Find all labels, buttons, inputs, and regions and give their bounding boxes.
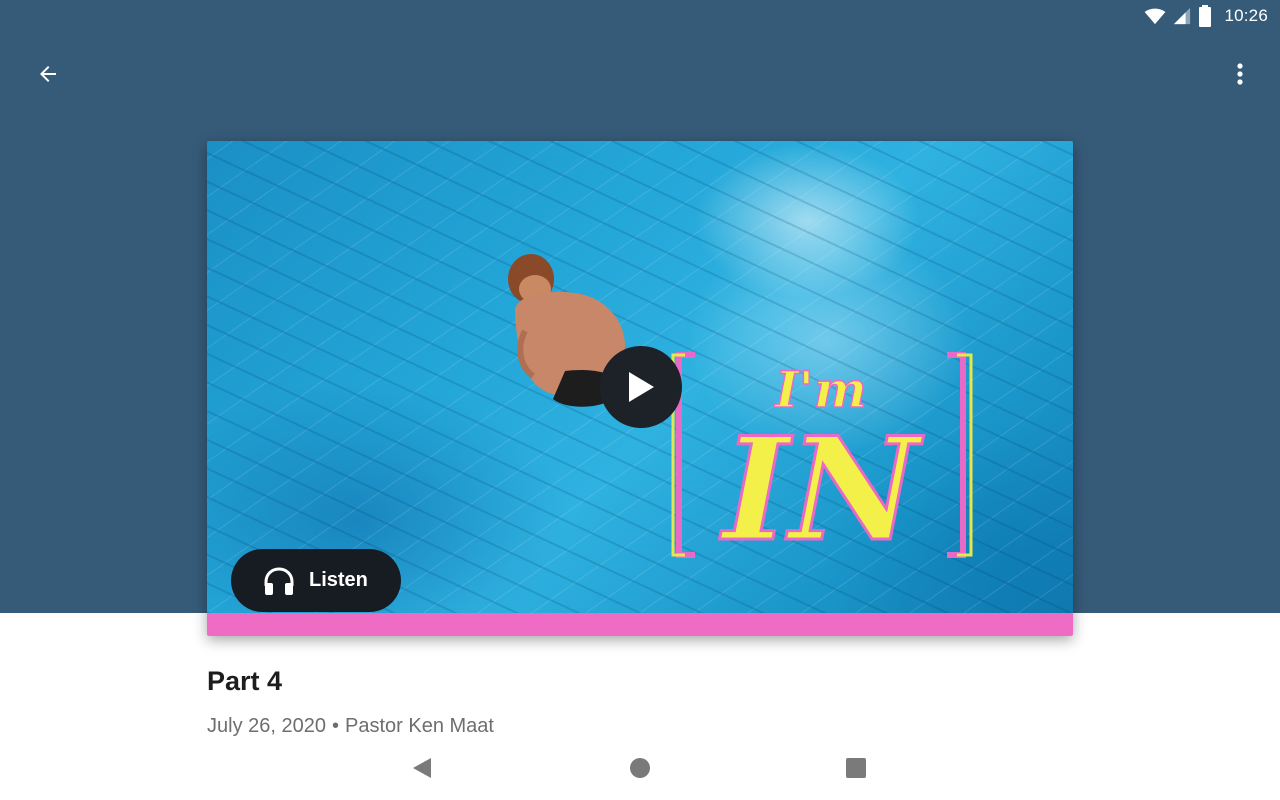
back-button[interactable] [24,52,72,96]
sermon-speaker: Pastor Ken Maat [345,715,494,737]
play-icon [629,372,654,402]
more-vertical-icon [1237,63,1243,85]
more-options-button[interactable] [1220,52,1260,96]
im-in-title-art: I'm IN [671,352,973,561]
wifi-icon [1145,8,1166,25]
status-bar: 10:26 [0,0,1280,32]
system-nav-bar [0,740,1280,800]
accent-strip [207,613,1073,636]
sermon-date: July 26, 2020 [207,715,326,737]
status-time: 10:26 [1224,6,1268,25]
sermon-media-card[interactable]: I'm IN Listen [207,141,1073,636]
play-button[interactable] [600,346,682,428]
sermon-title: Part 4 [207,666,283,696]
headphones-icon [264,566,294,595]
artwork-title-line2: IN [719,407,924,561]
battery-icon [1199,5,1212,27]
nav-back-icon[interactable] [411,756,435,780]
cell-signal-icon [1174,7,1191,25]
nav-recents-icon[interactable] [846,758,866,778]
meta-separator: • [331,715,339,737]
sermon-meta: July 26, 2020 • Pastor Ken Maat [207,715,494,737]
sermon-artwork: I'm IN Listen [207,141,1073,613]
listen-label: Listen [309,569,368,591]
arrow-left-icon [40,66,56,82]
nav-home-icon[interactable] [630,758,650,778]
listen-button[interactable]: Listen [231,549,401,612]
